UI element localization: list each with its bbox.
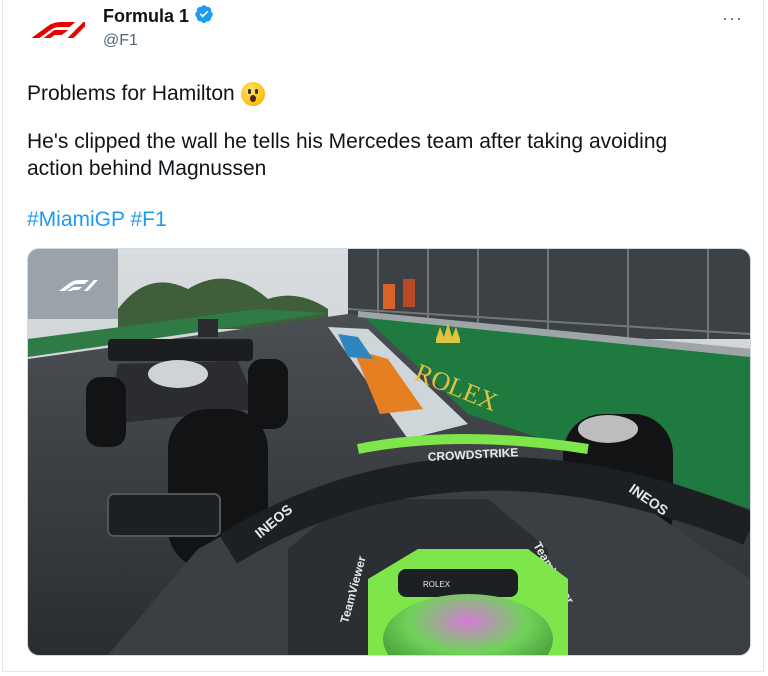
rolex-small-text: ROLEX bbox=[423, 580, 451, 589]
tweet-card[interactable]: Formula 1 @F1 ··· Problems for Hamilton … bbox=[2, 0, 764, 672]
hashtags: #MiamiGP #F1 bbox=[27, 206, 167, 233]
author-handle[interactable]: @F1 bbox=[103, 32, 214, 50]
astonished-face-icon bbox=[240, 81, 265, 106]
tweet-headline: Problems for Hamilton bbox=[27, 82, 235, 105]
verified-badge-icon bbox=[194, 4, 214, 29]
more-options-button[interactable]: ··· bbox=[722, 8, 743, 29]
f1-logo-avatar[interactable] bbox=[25, 12, 90, 52]
tweet-body-text: He's clipped the wall he tells his Merce… bbox=[27, 130, 668, 180]
author-name[interactable]: Formula 1 bbox=[103, 6, 189, 27]
hashtag-miamigp[interactable]: #MiamiGP bbox=[27, 208, 125, 231]
author-block: Formula 1 @F1 bbox=[103, 4, 214, 50]
tweet-text-line1: Problems for Hamilton bbox=[27, 80, 265, 107]
tweet-media-image[interactable]: ROLEX CROWDSTRIKE INEOS INEOS TeamViewer… bbox=[27, 248, 751, 656]
hashtag-f1[interactable]: #F1 bbox=[130, 208, 166, 231]
